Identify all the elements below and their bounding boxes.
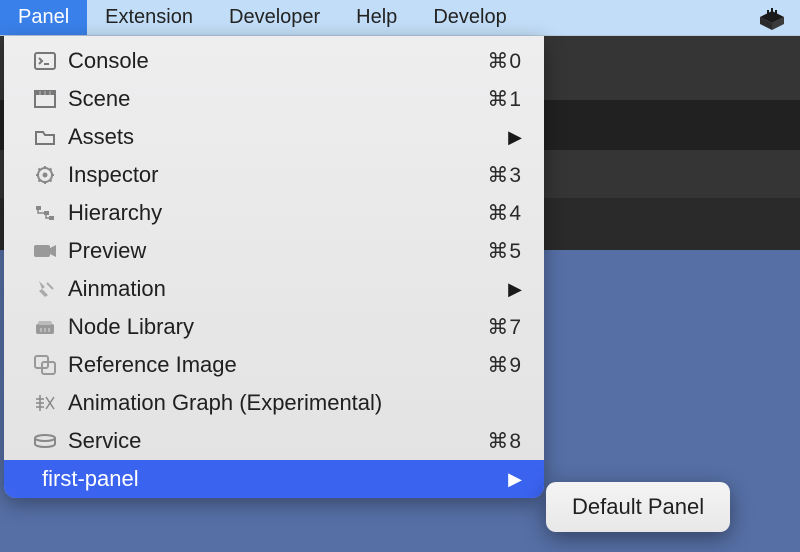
console-icon — [32, 50, 58, 72]
menu-item-label: Preview — [68, 238, 477, 264]
menu-help[interactable]: Help — [338, 0, 415, 35]
submenu-arrow-icon: ▶ — [508, 127, 522, 148]
submenu-arrow-icon: ▶ — [508, 469, 522, 490]
menu-item-assets[interactable]: Assets ▶ — [4, 118, 544, 156]
menu-item-shortcut: ⌘3 — [487, 163, 522, 188]
menu-bar: Panel Extension Developer Help Develop — [0, 0, 800, 36]
submenu-arrow-icon: ▶ — [508, 279, 522, 300]
preview-icon — [32, 240, 58, 262]
submenu-item-default-panel[interactable]: Default Panel — [546, 486, 730, 528]
menu-item-label: Ainmation — [68, 276, 498, 302]
menu-panel[interactable]: Panel — [0, 0, 87, 35]
menu-item-hierarchy[interactable]: Hierarchy ⌘4 — [4, 194, 544, 232]
menu-item-shortcut: ⌘4 — [487, 201, 522, 226]
menu-extension[interactable]: Extension — [87, 0, 211, 35]
inspector-icon — [32, 164, 58, 186]
menu-item-scene[interactable]: Scene ⌘1 — [4, 80, 544, 118]
menu-item-shortcut: ⌘8 — [487, 429, 522, 454]
menu-item-shortcut: ⌘7 — [487, 315, 522, 340]
folder-icon — [32, 126, 58, 148]
scene-icon — [32, 88, 58, 110]
app-logo-icon — [758, 0, 800, 35]
menu-item-label: Reference Image — [68, 352, 477, 378]
menu-item-label: Assets — [68, 124, 498, 150]
first-panel-submenu: Default Panel — [546, 482, 730, 532]
menu-item-label: first-panel — [42, 466, 498, 492]
menu-item-shortcut: ⌘0 — [487, 49, 522, 74]
animation-icon — [32, 278, 58, 300]
menu-item-label: Console — [68, 48, 477, 74]
animgraph-icon — [32, 392, 58, 414]
menu-item-label: Inspector — [68, 162, 477, 188]
menu-item-label: Service — [68, 428, 477, 454]
menu-item-console[interactable]: Console ⌘0 — [4, 42, 544, 80]
library-icon — [32, 316, 58, 338]
menu-developer[interactable]: Developer — [211, 0, 338, 35]
menu-item-service[interactable]: Service ⌘8 — [4, 422, 544, 460]
menu-item-label: Hierarchy — [68, 200, 477, 226]
menu-item-label: Default Panel — [572, 494, 704, 520]
menu-item-animation-graph[interactable]: Animation Graph (Experimental) — [4, 384, 544, 422]
menu-item-label: Animation Graph (Experimental) — [68, 390, 522, 416]
panel-dropdown: Console ⌘0 Scene ⌘1 Assets ▶ Inspector ⌘… — [4, 36, 544, 498]
menu-item-label: Scene — [68, 86, 477, 112]
menu-develop[interactable]: Develop — [415, 0, 524, 35]
menu-item-animation[interactable]: Ainmation ▶ — [4, 270, 544, 308]
menu-item-reference-image[interactable]: Reference Image ⌘9 — [4, 346, 544, 384]
menu-item-first-panel[interactable]: first-panel ▶ — [4, 460, 544, 498]
menu-item-label: Node Library — [68, 314, 477, 340]
menu-item-preview[interactable]: Preview ⌘5 — [4, 232, 544, 270]
service-icon — [32, 430, 58, 452]
menu-item-node-library[interactable]: Node Library ⌘7 — [4, 308, 544, 346]
menu-item-inspector[interactable]: Inspector ⌘3 — [4, 156, 544, 194]
menu-item-shortcut: ⌘5 — [487, 239, 522, 264]
refimage-icon — [32, 354, 58, 376]
hierarchy-icon — [32, 202, 58, 224]
menu-item-shortcut: ⌘9 — [487, 353, 522, 378]
menu-item-shortcut: ⌘1 — [487, 87, 522, 112]
